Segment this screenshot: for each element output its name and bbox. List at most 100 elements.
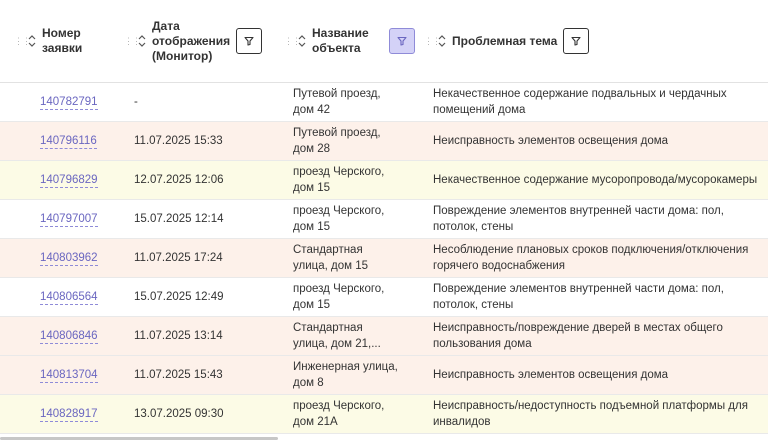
cell-topic-line: Несоблюдение плановых сроков подключения… [433, 244, 749, 256]
cell-date: 12.07.2025 12:06 [134, 174, 224, 186]
cell-object: проезд Черского, дом 15 [293, 278, 418, 316]
horizontal-scrollbar[interactable] [0, 437, 278, 440]
filter-button-date[interactable] [236, 28, 263, 54]
request-number-link[interactable]: 140796829 [40, 173, 98, 188]
table-row[interactable]: 140796116 11.07.2025 15:33 Путевой проезд,… [0, 122, 768, 161]
sort-chevrons-icon[interactable] [136, 33, 148, 49]
filter-funnel-icon [244, 36, 254, 46]
request-number-link[interactable]: 140806846 [40, 329, 98, 344]
column-header-number[interactable]: ⋮⋮ Номер заявки [14, 0, 82, 82]
cell-topic-line: потолок, стены [433, 299, 514, 311]
cell-object-line: дом 28 [293, 143, 330, 155]
request-number-link[interactable]: 140797007 [40, 212, 98, 227]
cell-topic-line: Повреждение элементов внутренней части д… [433, 205, 724, 217]
table-row[interactable]: 140782791 - Путевой проезд, дом 42 Некачеств… [0, 83, 768, 122]
drag-handle-icon[interactable]: ⋮⋮ [424, 36, 441, 46]
request-number-link[interactable]: 140828917 [40, 407, 98, 422]
drag-handle-icon[interactable]: ⋮⋮ [14, 36, 31, 46]
sort-chevrons-icon[interactable] [296, 33, 308, 49]
cell-topic-line: инвалидов [433, 416, 491, 428]
cell-object: Путевой проезд, дом 42 [293, 83, 418, 121]
cell-topic-line: пользования дома [433, 338, 532, 350]
table-row[interactable]: 140797007 15.07.2025 12:14 проезд Черского… [0, 200, 768, 239]
drag-handle-icon[interactable]: ⋮⋮ [124, 36, 141, 46]
cell-object-line: проезд Черского, [293, 400, 385, 412]
cell-topic: Повреждение элементов внутренней части д… [433, 278, 765, 316]
column-label-number: Номер заявки [42, 26, 82, 56]
cell-topic-line: Некачественное содержание подвальных и ч… [433, 88, 727, 100]
cell-number: 140806846 [40, 317, 98, 355]
column-label-topic: Проблемная тема [452, 33, 558, 48]
cell-topic: Некачественное содержание мусоропровода/… [433, 161, 765, 199]
column-label-line: (Монитор) [152, 48, 213, 63]
cell-topic-line: Повреждение элементов внутренней части д… [433, 283, 724, 295]
cell-topic: Повреждение элементов внутренней части д… [433, 200, 765, 238]
cell-object: проезд Черского, дом 15 [293, 200, 418, 238]
column-label-line: отображения [152, 33, 231, 48]
filter-funnel-icon [397, 36, 407, 46]
cell-topic: Неисправность элементов освещения дома [433, 122, 765, 160]
cell-topic: Некачественное содержание подвальных и ч… [433, 83, 765, 121]
cell-object-line: дом 15 [293, 221, 330, 233]
cell-topic: Несоблюдение плановых сроков подключения… [433, 239, 765, 277]
cell-object-line: Путевой проезд, [293, 127, 381, 139]
sort-chevrons-icon[interactable] [26, 33, 38, 49]
cell-topic-line: горячего водоснабжения [433, 260, 566, 272]
cell-topic: Неисправность/повреждение дверей в места… [433, 317, 765, 355]
table-row[interactable]: 140806564 15.07.2025 12:49 проезд Черского… [0, 278, 768, 317]
cell-date: 11.07.2025 13:14 [134, 330, 223, 342]
request-number-link[interactable]: 140813704 [40, 368, 98, 383]
table-row[interactable]: 140813704 11.07.2025 15:43 Инженерная улиц… [0, 356, 768, 395]
cell-topic-line: Неисправность элементов освещения дома [433, 135, 669, 147]
cell-date: - [134, 96, 138, 108]
cell-date: 11.07.2025 17:24 [134, 252, 223, 264]
cell-object-line: проезд Черского, [293, 283, 385, 295]
cell-number: 140796116 [40, 122, 97, 160]
cell-object-line: дом 8 [293, 377, 324, 389]
table-header: ⋮⋮ Номер заявки ⋮⋮ Дата отображения (Мон… [0, 0, 768, 83]
request-number-link[interactable]: 140782791 [40, 95, 98, 110]
drag-handle-icon[interactable]: ⋮⋮ [284, 36, 301, 46]
cell-object: Стандартная улица, дом 15 [293, 239, 418, 277]
cell-object: проезд Черского, дом 21А [293, 395, 418, 433]
cell-number: 140806564 [40, 278, 98, 316]
cell-topic-line: Некачественное содержание мусоропровода/… [433, 174, 758, 186]
cell-object-line: дом 42 [293, 104, 330, 116]
cell-object-line: Инженерная улица, [293, 361, 398, 373]
table-row[interactable]: 140796829 12.07.2025 12:06 проезд Черского… [0, 161, 768, 200]
cell-object-line: дом 21А [293, 416, 338, 428]
table-row[interactable]: 140803962 11.07.2025 17:24 Стандартная улиц… [0, 239, 768, 278]
cell-date: 11.07.2025 15:43 [134, 369, 223, 381]
cell-number: 140782791 [40, 83, 98, 121]
filter-button-topic[interactable] [563, 28, 590, 54]
cell-object-line: проезд Черского, [293, 205, 385, 217]
column-header-object[interactable]: ⋮⋮ Название объекта [284, 0, 415, 82]
filter-button-object[interactable] [388, 28, 415, 54]
cell-date: 15.07.2025 12:49 [134, 291, 224, 303]
sort-chevrons-icon[interactable] [436, 33, 448, 49]
column-header-topic[interactable]: ⋮⋮ Проблемная тема [424, 0, 590, 82]
cell-object-line: улица, дом 15 [293, 260, 369, 272]
table-row[interactable]: 140806846 11.07.2025 13:14 Стандартная улиц… [0, 317, 768, 356]
request-number-link[interactable]: 140803962 [40, 251, 98, 266]
filter-funnel-icon [571, 36, 581, 46]
column-header-date[interactable]: ⋮⋮ Дата отображения (Монитор) [124, 0, 263, 82]
cell-number: 140796829 [40, 161, 98, 199]
column-label-line: заявки [42, 41, 83, 55]
cell-topic: Неисправность/недоступность подъемной пл… [433, 395, 765, 433]
cell-object: Инженерная улица, дом 8 [293, 356, 418, 394]
column-label-object: Название объекта [312, 26, 369, 56]
table-row[interactable]: 140828917 13.07.2025 09:30 проезд Черского… [0, 395, 768, 434]
cell-object: Путевой проезд, дом 28 [293, 122, 418, 160]
request-number-link[interactable]: 140796116 [40, 134, 97, 149]
cell-number: 140803962 [40, 239, 98, 277]
cell-object-line: Стандартная [293, 244, 363, 256]
cell-object: Стандартная улица, дом 21,... [293, 317, 418, 355]
cell-topic: Неисправность элементов освещения дома [433, 356, 765, 394]
column-label-line: Название [312, 26, 369, 40]
cell-number: 140828917 [40, 395, 98, 433]
cell-object: проезд Черского, дом 15 [293, 161, 418, 199]
request-number-link[interactable]: 140806564 [40, 290, 98, 305]
cell-topic-line: Неисправность/недоступность подъемной пл… [433, 400, 748, 412]
cell-object-line: проезд Черского, [293, 166, 385, 178]
